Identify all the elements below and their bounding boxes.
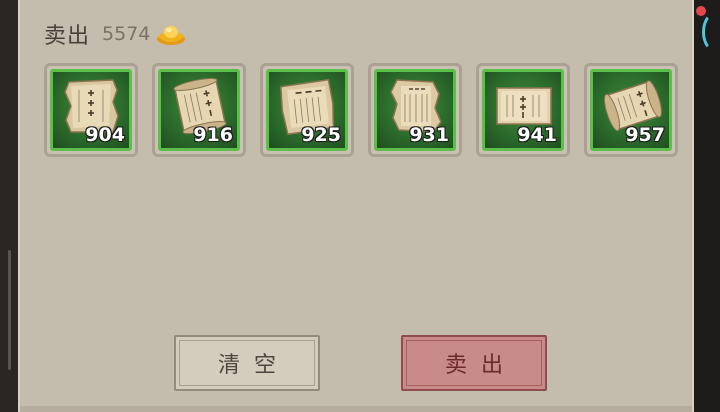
item-quantity: 941 — [517, 124, 557, 146]
notification-dot-icon — [696, 6, 706, 16]
panel-header: 卖出 5574 — [44, 18, 186, 50]
side-tab-icon[interactable] — [702, 12, 720, 52]
clear-button[interactable]: 清空 — [174, 335, 320, 391]
right-frame — [694, 0, 720, 412]
item-slot[interactable]: 904 — [44, 63, 138, 157]
panel-bottom-edge — [20, 406, 692, 412]
item-slot[interactable]: 957 — [584, 63, 678, 157]
total-price: 5574 — [102, 23, 151, 45]
item-quantity: 904 — [85, 124, 125, 146]
item-slot-inner: 916 — [158, 69, 240, 151]
sell-button[interactable]: 卖出 — [401, 335, 547, 391]
item-quantity: 916 — [193, 124, 233, 146]
panel-title: 卖出 — [44, 24, 91, 49]
gold-ingot-icon — [157, 26, 186, 45]
item-quantity: 931 — [409, 124, 449, 146]
item-slot-inner: 931 — [374, 69, 456, 151]
item-slot-inner: 904 — [50, 69, 132, 151]
scroll-indicator — [8, 250, 11, 370]
item-slots: 904 916 925 931 941 957 — [44, 63, 692, 157]
item-slot[interactable]: 941 — [476, 63, 570, 157]
item-quantity: 957 — [625, 124, 665, 146]
item-slot[interactable]: 916 — [152, 63, 246, 157]
sell-panel: 卖出 5574 904 916 925 931 941 957 清空 卖出 — [18, 0, 694, 412]
item-slot-inner: 957 — [590, 69, 672, 151]
item-slot-inner: 941 — [482, 69, 564, 151]
item-slot-inner: 925 — [266, 69, 348, 151]
item-slot[interactable]: 931 — [368, 63, 462, 157]
item-quantity: 925 — [301, 124, 341, 146]
left-frame — [0, 0, 18, 412]
item-slot[interactable]: 925 — [260, 63, 354, 157]
